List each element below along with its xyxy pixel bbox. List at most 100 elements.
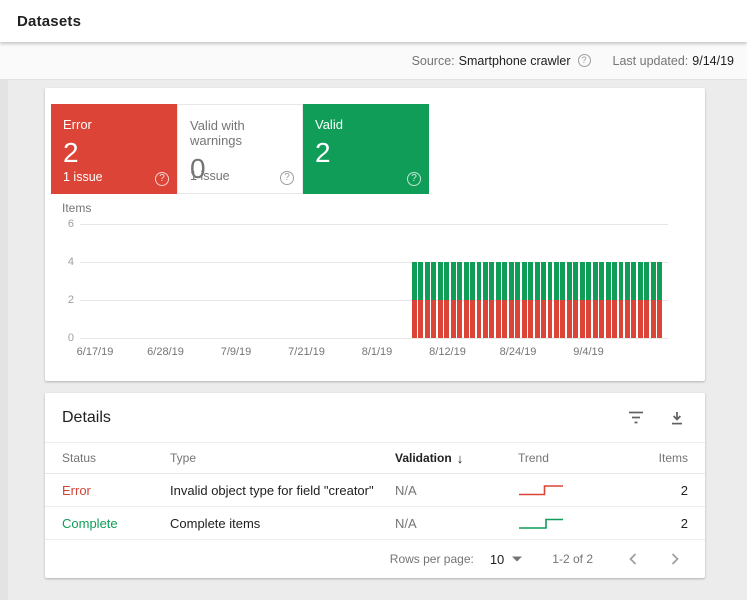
page-range: 1-2 of 2 (552, 552, 593, 566)
trend-cell (518, 482, 630, 498)
column-validation[interactable]: Validation ↓ (395, 451, 518, 466)
card-label: Valid with warnings (190, 118, 290, 148)
type-cell: Complete items (170, 516, 395, 531)
next-page-button[interactable] (667, 549, 683, 569)
x-axis-tick-label: 8/24/19 (500, 346, 537, 358)
source-value: Smartphone crawler (459, 54, 571, 68)
card-label: Valid (315, 117, 417, 132)
y-axis-tick-label: 6 (50, 218, 74, 230)
status-cell: Complete (62, 516, 170, 531)
chart-bar (509, 262, 514, 338)
chart-bar (599, 262, 604, 338)
chart-bar (528, 262, 533, 338)
trend-cell (518, 515, 630, 531)
chart-bar (606, 262, 611, 338)
chart-bar (489, 262, 494, 338)
chart-bar (560, 262, 565, 338)
chart-bar (625, 262, 630, 338)
trend-sparkline (518, 515, 564, 531)
card-subtext: 1 issue (63, 170, 103, 184)
chart-panel: Error 2 1 issue ? Valid with warnings 0 … (45, 88, 705, 381)
rows-per-page-select[interactable]: 10 (490, 552, 522, 567)
pagination-bar: Rows per page: 10 1-2 of 2 (45, 540, 705, 578)
chart-bar (425, 262, 430, 338)
main-content: Error 2 1 issue ? Valid with warnings 0 … (0, 80, 747, 578)
help-icon[interactable]: ? (155, 172, 169, 186)
table-row[interactable]: Error Invalid object type for field "cre… (45, 474, 705, 507)
trend-sparkline (518, 482, 564, 498)
chart-bar (418, 262, 423, 338)
column-type: Type (170, 451, 395, 465)
details-panel: Details (45, 393, 705, 578)
x-axis-tick-label: 9/4/19 (573, 346, 604, 358)
validation-cell: N/A (395, 483, 518, 498)
last-updated-value: 9/14/19 (692, 54, 734, 68)
chart-bar (580, 262, 585, 338)
page-title: Datasets (17, 13, 81, 30)
chart-bar (612, 262, 617, 338)
chart-bar (554, 262, 559, 338)
chart-bar (548, 262, 553, 338)
card-error[interactable]: Error 2 1 issue ? (51, 104, 177, 194)
chevron-right-icon (671, 553, 679, 565)
rows-per-page-value: 10 (490, 552, 504, 567)
x-axis-tick-label: 6/17/19 (77, 346, 114, 358)
items-cell: 2 (630, 483, 688, 498)
source-info: Source: Smartphone crawler ? (412, 54, 591, 68)
details-header: Details (45, 393, 705, 442)
column-trend: Trend (518, 451, 630, 465)
chart-bar (567, 262, 572, 338)
chart-bar (502, 262, 507, 338)
download-icon[interactable] (670, 411, 684, 425)
chart-bar (477, 262, 482, 338)
chart-bar (464, 262, 469, 338)
dropdown-arrow-icon (512, 556, 522, 562)
x-axis-labels: 6/17/19 6/28/19 7/9/19 7/21/19 8/1/19 8/12/19… (80, 346, 668, 360)
chart-bar (438, 262, 443, 338)
y-axis-tick-label: 4 (50, 256, 74, 268)
chart-bar (457, 262, 462, 338)
chart-bar (573, 262, 578, 338)
column-status: Status (62, 451, 170, 465)
bar-series (412, 224, 662, 338)
chart-bar (651, 262, 656, 338)
x-axis-tick-label: 8/1/19 (362, 346, 393, 358)
validation-cell: N/A (395, 516, 518, 531)
x-axis-tick-label: 7/21/19 (288, 346, 325, 358)
filter-icon[interactable] (628, 411, 644, 424)
card-valid[interactable]: Valid 2 ? (303, 104, 429, 194)
card-label: Error (63, 117, 165, 132)
last-updated-info: Last updated: 9/14/19 (613, 54, 734, 68)
y-axis-tick-label: 0 (50, 332, 74, 344)
chart-bar (541, 262, 546, 338)
table-header-row: Status Type Validation ↓ Trend Items (45, 442, 705, 474)
help-icon[interactable]: ? (407, 172, 421, 186)
x-axis-tick-label: 6/28/19 (147, 346, 184, 358)
chart-bar (431, 262, 436, 338)
x-axis-tick-label: 8/12/19 (429, 346, 466, 358)
chart-bar (451, 262, 456, 338)
source-help-icon[interactable]: ? (578, 54, 591, 67)
gridline (80, 338, 668, 339)
chart-bar (535, 262, 540, 338)
prev-page-button[interactable] (625, 549, 641, 569)
help-icon[interactable]: ? (280, 171, 294, 185)
chevron-left-icon (629, 553, 637, 565)
chart-y-axis-title: Items (62, 201, 91, 215)
chart-bar (638, 262, 643, 338)
card-count: 2 (63, 137, 165, 169)
card-count: 2 (315, 137, 417, 169)
last-updated-label: Last updated: (613, 54, 689, 68)
chart-bar (593, 262, 598, 338)
source-label: Source: (412, 54, 455, 68)
details-title: Details (62, 409, 628, 427)
app-header: Datasets (0, 0, 747, 42)
table-row[interactable]: Complete Complete items N/A 2 (45, 507, 705, 540)
source-bar: Source: Smartphone crawler ? Last update… (0, 42, 747, 80)
x-axis-tick-label: 7/9/19 (221, 346, 252, 358)
y-axis-tick-label: 2 (50, 294, 74, 306)
column-items: Items (630, 451, 688, 465)
chart-bar (619, 262, 624, 338)
card-valid-with-warnings[interactable]: Valid with warnings 0 1 issue ? (177, 104, 303, 194)
chart-bar (631, 262, 636, 338)
